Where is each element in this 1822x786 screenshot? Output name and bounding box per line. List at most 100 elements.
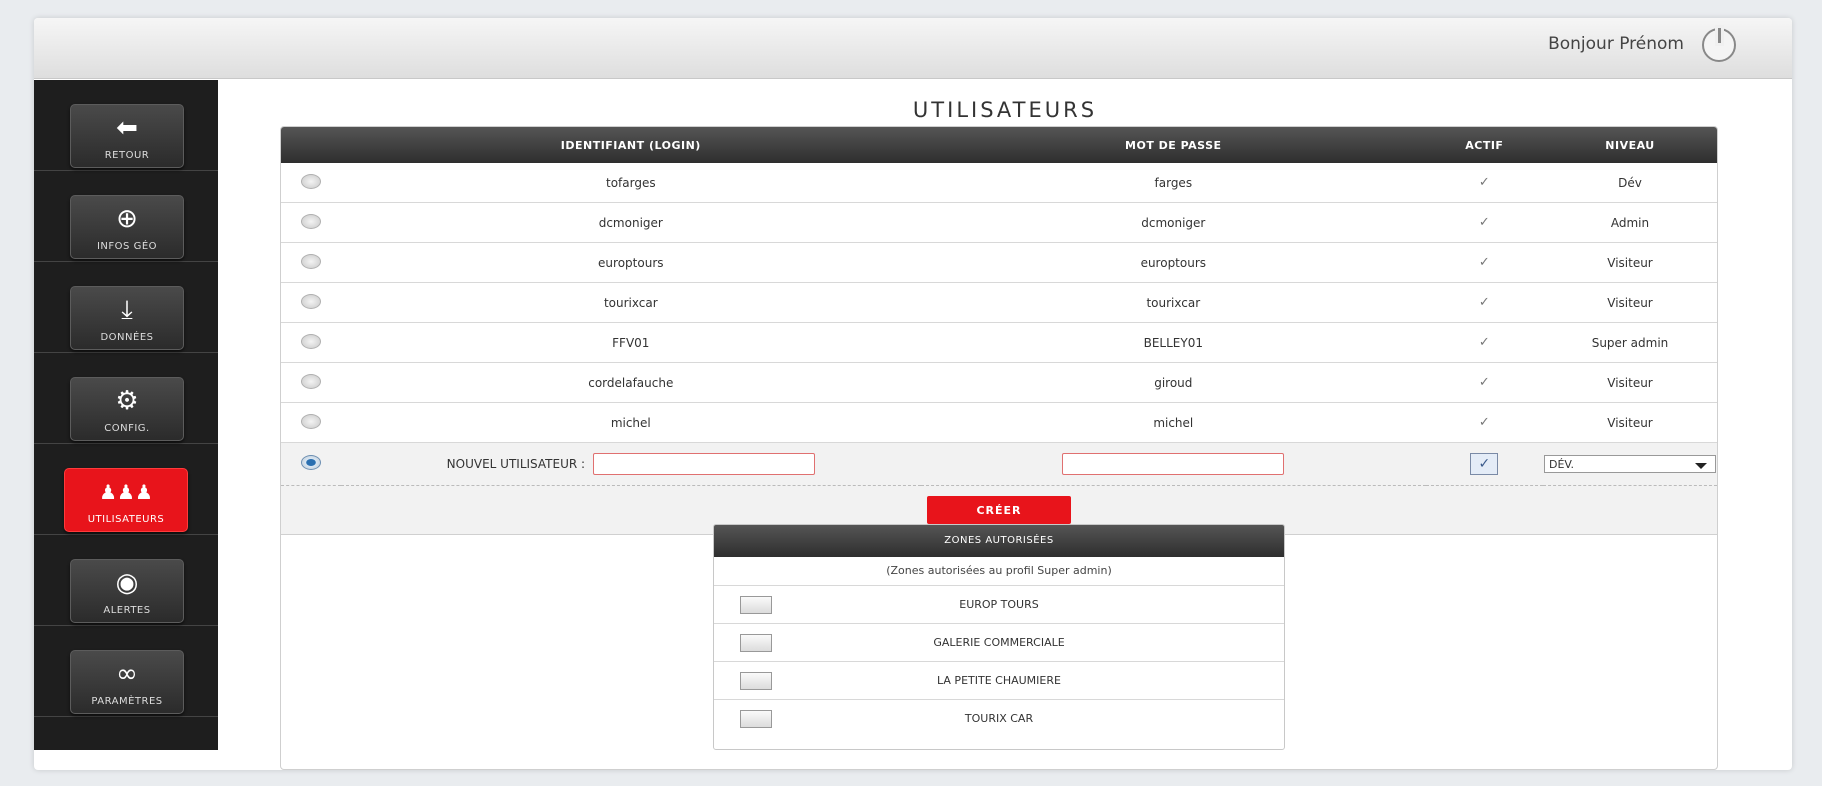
new-user-actif-cell: ✓ <box>1425 442 1543 486</box>
row-radio[interactable] <box>300 213 321 229</box>
row-select-cell <box>281 282 341 323</box>
parametres-button[interactable]: ∞ PARAMÈTRES <box>70 650 184 714</box>
zone-label: GALERIE COMMERCIALE <box>933 636 1065 649</box>
alertes-button[interactable]: ◉ ALERTES <box>70 559 184 623</box>
niveau-cell: Admin <box>1543 202 1717 243</box>
sidebar-item-utilisateurs: ♟♟♟ UTILISATEURS <box>34 444 218 535</box>
actif-check-icon: ✓ <box>1425 402 1543 443</box>
page-title: UTILISATEURS <box>912 98 1098 122</box>
niveau-cell: Visiteur <box>1543 402 1717 443</box>
table-row[interactable]: tourixcar tourixcar ✓ Visiteur <box>281 282 1717 323</box>
new-user-niveau-cell: DÉV. <box>1543 442 1717 486</box>
sidebar-item-retour: ⬅ RETOUR <box>34 80 218 171</box>
actif-check-icon: ✓ <box>1425 362 1543 403</box>
create-button[interactable]: CRÉER <box>927 496 1071 524</box>
niveau-select-value: DÉV. <box>1549 458 1575 471</box>
table-row[interactable]: tofarges farges ✓ Dév <box>281 163 1717 203</box>
password-cell: farges <box>920 163 1426 203</box>
users-table: IDENTIFIANT (LOGIN) MOT DE PASSE ACTIF N… <box>281 127 1717 486</box>
actif-check-icon: ✓ <box>1425 242 1543 283</box>
sidebar-item-label: CONFIG. <box>104 423 150 434</box>
zones-panel: ZONES AUTORISÉES (Zones autorisées au pr… <box>713 524 1285 750</box>
link-icon: ∞ <box>116 659 138 689</box>
actif-check-icon: ✓ <box>1425 322 1543 363</box>
table-row[interactable]: michel michel ✓ Visiteur <box>281 402 1717 443</box>
zone-row: LA PETITE CHAUMIERE <box>714 661 1284 699</box>
row-radio[interactable] <box>300 333 321 349</box>
table-row[interactable]: dcmoniger dcmoniger ✓ Admin <box>281 202 1717 243</box>
table-row[interactable]: FFV01 BELLEY01 ✓ Super admin <box>281 322 1717 363</box>
password-cell: michel <box>920 402 1426 443</box>
sidebar-item-label: UTILISATEURS <box>87 514 165 525</box>
niveau-cell: Dév <box>1543 163 1717 203</box>
table-row[interactable]: cordelafauche giroud ✓ Visiteur <box>281 362 1717 403</box>
chevron-down-icon <box>1695 463 1707 469</box>
back-arrow-icon: ⬅ <box>116 113 138 143</box>
table-row[interactable]: europtours europtours ✓ Visiteur <box>281 242 1717 283</box>
new-user-password-cell <box>920 442 1426 486</box>
row-radio[interactable] <box>300 373 321 389</box>
config-button[interactable]: ⚙ CONFIG. <box>70 377 184 441</box>
row-select-cell <box>281 242 341 283</box>
login-cell: FFV01 <box>340 322 921 363</box>
actif-checkbox[interactable]: ✓ <box>1470 453 1499 475</box>
row-select-cell <box>281 442 341 486</box>
new-password-input[interactable] <box>1062 453 1285 475</box>
zone-checkbox[interactable] <box>740 672 772 690</box>
utilisateurs-button[interactable]: ♟♟♟ UTILISATEURS <box>64 468 188 532</box>
new-user-radio[interactable] <box>300 455 321 470</box>
row-radio[interactable] <box>300 253 321 269</box>
alert-broadcast-icon: ◉ <box>115 568 139 598</box>
row-select-cell <box>281 402 341 443</box>
login-cell: tofarges <box>340 163 921 203</box>
zone-checkbox[interactable] <box>740 634 772 652</box>
password-cell: giroud <box>920 362 1426 403</box>
row-radio[interactable] <box>300 413 321 429</box>
row-select-cell <box>281 163 341 203</box>
top-bar: Bonjour Prénom <box>34 18 1792 79</box>
niveau-select[interactable]: DÉV. <box>1544 455 1716 473</box>
zones-note: (Zones autorisées au profil Super admin) <box>886 564 1112 577</box>
new-user-login-cell: NOUVEL UTILISATEUR : <box>340 442 921 486</box>
niveau-cell: Super admin <box>1543 322 1717 363</box>
zone-row: GALERIE COMMERCIALE <box>714 623 1284 661</box>
row-radio[interactable] <box>300 173 321 189</box>
globe-icon: ⊕ <box>116 204 138 234</box>
new-user-label: NOUVEL UTILISATEUR : <box>446 456 586 471</box>
password-cell: europtours <box>920 242 1426 283</box>
users-icon: ♟♟♟ <box>99 480 153 504</box>
niveau-cell: Visiteur <box>1543 362 1717 403</box>
row-select-cell <box>281 202 341 243</box>
niveau-cell: Visiteur <box>1543 282 1717 323</box>
zone-label: LA PETITE CHAUMIERE <box>937 674 1061 687</box>
column-header-actif: ACTIF <box>1425 127 1543 163</box>
greeting-text: Bonjour Prénom <box>1548 34 1684 54</box>
column-header-niveau: NIVEAU <box>1543 127 1717 163</box>
power-icon[interactable] <box>1702 28 1736 62</box>
users-panel: IDENTIFIANT (LOGIN) MOT DE PASSE ACTIF N… <box>280 126 1718 770</box>
row-radio[interactable] <box>300 293 321 309</box>
donnees-button[interactable]: ⤓ DONNÉES <box>70 286 184 350</box>
sidebar-item-config: ⚙ CONFIG. <box>34 353 218 444</box>
sidebar-item-label: PARAMÈTRES <box>91 696 163 707</box>
login-cell: michel <box>340 402 921 443</box>
select-column-header <box>281 127 341 163</box>
sidebar-item-label: INFOS GÉO <box>96 241 158 252</box>
row-select-cell <box>281 362 341 403</box>
zone-checkbox[interactable] <box>740 710 772 728</box>
retour-button[interactable]: ⬅ RETOUR <box>70 104 184 168</box>
sidebar-item-label: RETOUR <box>104 150 150 161</box>
infos-geo-button[interactable]: ⊕ INFOS GÉO <box>70 195 184 259</box>
download-icon: ⤓ <box>121 295 133 325</box>
table-header-row: IDENTIFIANT (LOGIN) MOT DE PASSE ACTIF N… <box>281 127 1717 163</box>
actif-check-icon: ✓ <box>1425 163 1543 203</box>
zone-row: TOURIX CAR <box>714 699 1284 737</box>
zones-title: ZONES AUTORISÉES <box>714 525 1284 557</box>
new-login-input[interactable] <box>592 453 815 475</box>
zone-checkbox[interactable] <box>740 596 772 614</box>
sidebar-item-label: ALERTES <box>103 605 151 616</box>
password-cell: dcmoniger <box>920 202 1426 243</box>
login-cell: europtours <box>340 242 921 283</box>
zone-label: EUROP TOURS <box>959 598 1039 611</box>
gear-icon: ⚙ <box>115 386 139 416</box>
